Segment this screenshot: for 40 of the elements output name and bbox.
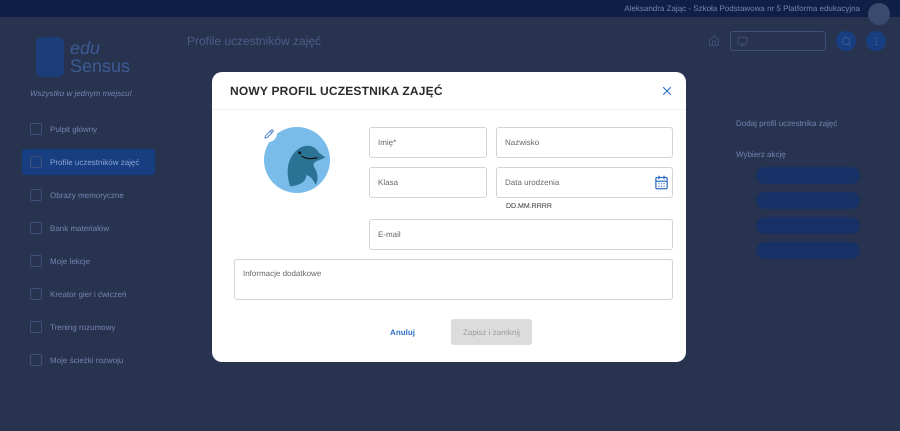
sidebar-item[interactable]: Trening rozumowy [22,314,155,340]
actions-heading: Wybierz akcję [736,150,787,159]
monitor-icon [737,36,748,46]
tagline: Wszystko w jednym miejscu! [30,89,133,98]
cancel-button[interactable]: Anuluj [386,324,419,340]
class-field[interactable]: Klasa [369,167,487,198]
sidebar-item[interactable]: Moje ścieżki rozwoju [22,347,155,373]
menu-item-icon [30,156,42,168]
menu-item-icon [30,123,42,135]
logo-text: edu [70,39,102,57]
first-name-field[interactable]: Imię* [369,127,487,158]
user-name: Aleksandra Zając - Szkoła Podstawowa nr 5 Platforma edukacyjna [624,4,860,13]
search-icon [840,36,852,46]
pencil-icon [264,128,274,138]
last-name-field[interactable]: Nazwisko [496,127,673,158]
menu-item-icon [30,222,42,234]
screen-button[interactable] [730,31,826,51]
sidebar-item[interactable]: Pulpit główny [22,116,155,142]
avatar[interactable] [868,2,890,24]
home-icon[interactable] [708,35,720,47]
dialog-title: NOWY PROFIL UCZESTNIKA ZAJĘĆ [230,84,443,98]
notes-field[interactable]: Informacje dodatkowe [234,259,673,300]
sidebar-item[interactable]: Obrazy memoryczne [22,182,155,208]
sidebar-item[interactable]: Kreator gier i ćwiczeń [22,281,155,307]
logo-text: Sensus [70,57,130,75]
menu-item-icon [30,189,42,201]
calendar-icon[interactable] [654,175,669,190]
add-profile-link[interactable]: Dodaj profil uczestnika zajęć [736,119,886,128]
menu-item-icon [30,255,42,267]
birth-date-field[interactable]: Data urodzenia [496,167,673,198]
sidebar-item[interactable]: Profile uczestników zajęć [22,149,155,175]
logo-icon [36,37,64,77]
email-field[interactable]: E-mail [369,219,673,250]
menu-item-icon [30,354,42,366]
sidebar-item[interactable]: Moje lekcje [22,248,155,274]
menu-button[interactable] [866,31,886,51]
menu-item-icon [30,288,42,300]
sidebar-item[interactable]: Bank materiałów [22,215,155,241]
menu-item-icon [30,321,42,333]
search-button[interactable] [836,31,856,51]
